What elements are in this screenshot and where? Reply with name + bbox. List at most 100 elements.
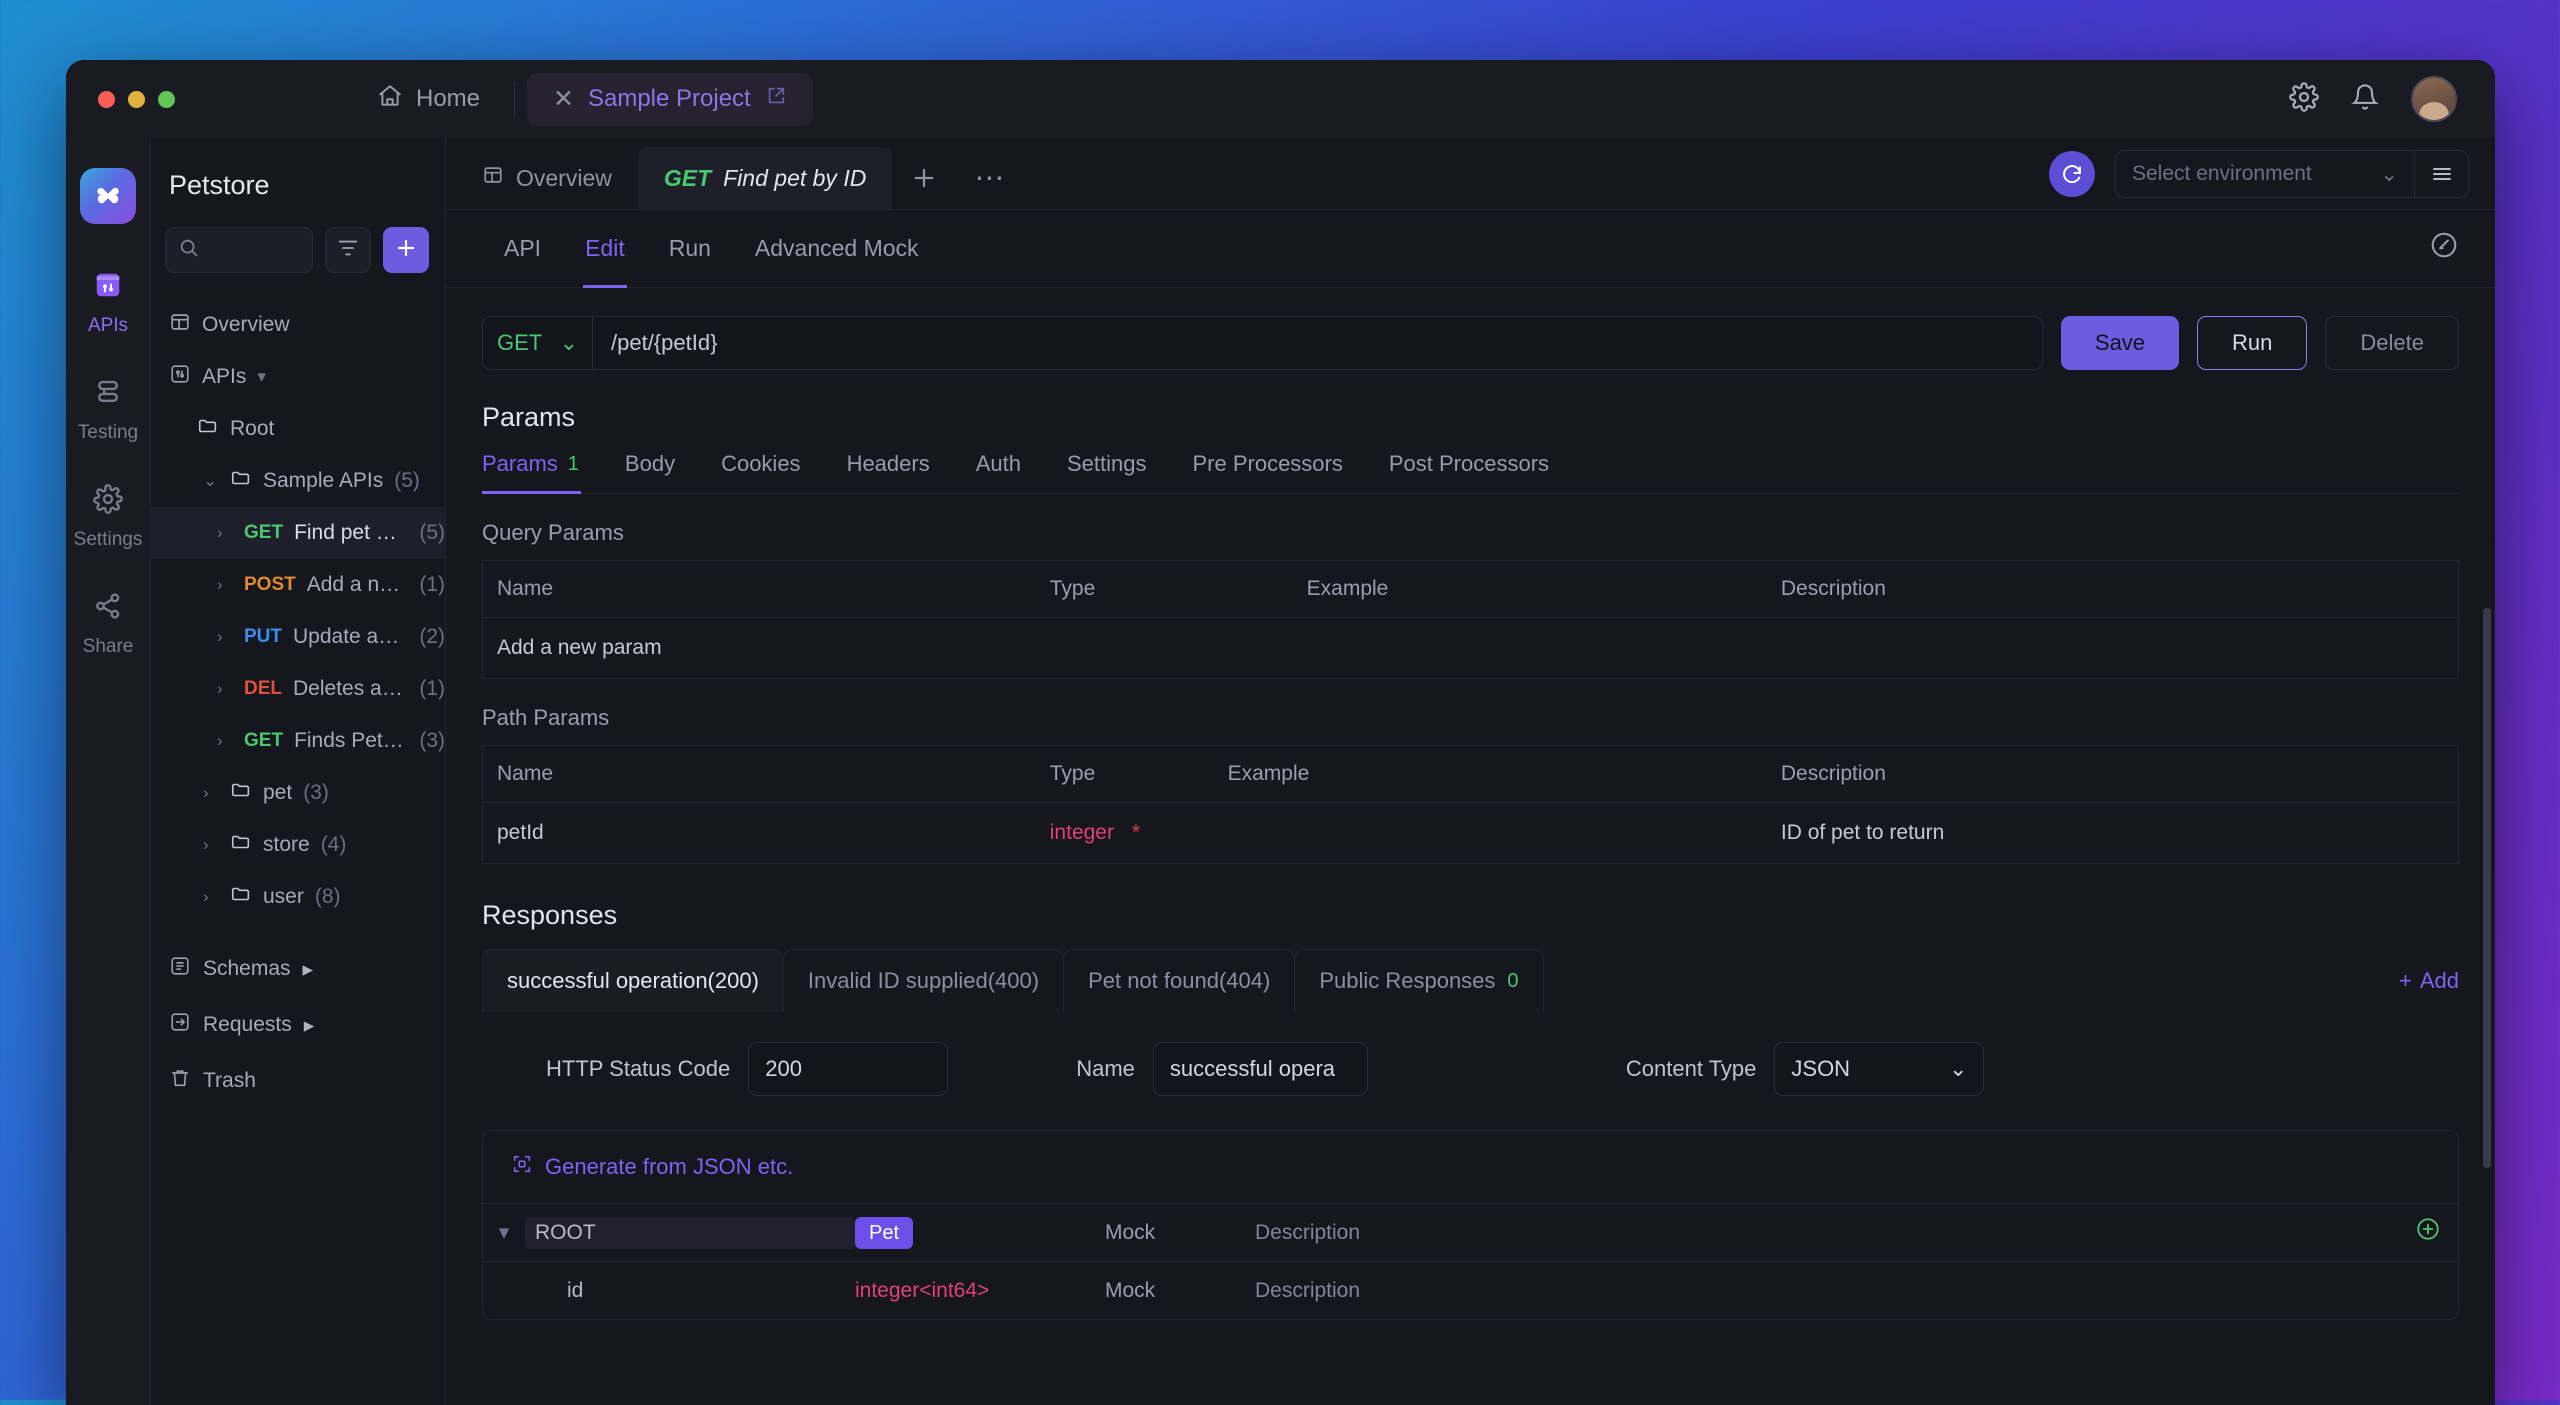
chevron-right-icon[interactable]: › bbox=[217, 731, 233, 751]
schema-field-description[interactable]: Description bbox=[1255, 1221, 2398, 1245]
tab-run[interactable]: Run bbox=[647, 210, 733, 288]
tree-item-finds-pets-by-status[interactable]: › GET Finds Pets by status (3) bbox=[151, 715, 445, 767]
add-response-button[interactable]: + Add bbox=[2399, 968, 2459, 994]
sidebar-item-apis[interactable]: APIs bbox=[66, 270, 150, 337]
tree-folder-user[interactable]: › user (8) bbox=[151, 871, 445, 923]
response-name-input[interactable]: successful opera bbox=[1152, 1042, 1368, 1096]
tab-response-200[interactable]: successful operation(200) bbox=[482, 949, 784, 1012]
bell-icon[interactable] bbox=[2351, 83, 2379, 116]
tab-auth[interactable]: Auth bbox=[976, 451, 1045, 493]
add-new-param-placeholder[interactable]: Add a new param bbox=[483, 618, 1036, 679]
schema-row-root[interactable]: ▾ ROOT Pet Mock Description bbox=[483, 1203, 2458, 1261]
tree-item-apis[interactable]: APIs ▾ bbox=[151, 351, 445, 403]
tab-body[interactable]: Body bbox=[625, 451, 699, 493]
sidebar-item-testing[interactable]: Testing bbox=[66, 377, 150, 444]
tab-response-400[interactable]: Invalid ID supplied(400) bbox=[782, 949, 1065, 1012]
apidog-logo[interactable] bbox=[80, 168, 136, 224]
tree-item-update-an-existing-pet[interactable]: › PUT Update an existing p... (2) bbox=[151, 611, 445, 663]
tab-post-processors[interactable]: Post Processors bbox=[1389, 451, 1573, 493]
chevron-down-icon[interactable]: ▾ bbox=[257, 367, 273, 387]
window-controls[interactable] bbox=[66, 90, 175, 108]
schema-field-mock[interactable]: Mock bbox=[1105, 1279, 1255, 1303]
chevron-down-icon[interactable]: ⌄ bbox=[203, 471, 219, 491]
chevron-right-icon[interactable]: › bbox=[217, 679, 233, 699]
chevron-right-icon[interactable]: › bbox=[203, 887, 219, 907]
tab-cookies[interactable]: Cookies bbox=[721, 451, 824, 493]
tab-edit[interactable]: Edit bbox=[563, 210, 647, 288]
response-fields-row: HTTP Status Code 200 Name successful ope… bbox=[482, 1042, 2459, 1096]
more-tabs-button[interactable]: ⋯ bbox=[956, 147, 1022, 209]
minimize-window-button[interactable] bbox=[128, 90, 145, 108]
chevron-right-icon[interactable]: › bbox=[217, 627, 233, 647]
chevron-right-icon[interactable]: › bbox=[203, 783, 219, 803]
tab-find-pet-by-id[interactable]: GET Find pet by ID bbox=[637, 147, 893, 209]
tree-item-deletes-a-pet[interactable]: › DEL Deletes a pet (1) bbox=[151, 663, 445, 715]
url-input[interactable]: /pet/{petId} bbox=[592, 316, 2043, 370]
schema-field-description[interactable]: Description bbox=[1255, 1279, 2398, 1303]
table-row[interactable]: Add a new param bbox=[483, 618, 2459, 679]
tree-section-schemas[interactable]: Schemas ▸ bbox=[151, 941, 445, 997]
tree-section-requests[interactable]: Requests ▸ bbox=[151, 997, 445, 1053]
avatar[interactable] bbox=[2411, 76, 2457, 122]
new-tab-button[interactable] bbox=[892, 147, 956, 209]
chevron-right-icon[interactable]: ▸ bbox=[304, 1013, 315, 1038]
close-icon[interactable]: ✕ bbox=[553, 86, 574, 112]
run-button[interactable]: Run bbox=[2197, 316, 2308, 370]
close-window-button[interactable] bbox=[98, 90, 115, 108]
tree-item-count: (1) bbox=[419, 573, 445, 596]
status-code-input[interactable]: 200 bbox=[748, 1042, 949, 1096]
tab-overview[interactable]: Overview bbox=[456, 147, 638, 209]
url-row: GET ⌄ /pet/{petId} Save Run Delete bbox=[482, 288, 2459, 370]
delete-button[interactable]: Delete bbox=[2325, 316, 2459, 370]
search-input[interactable] bbox=[165, 227, 313, 273]
tree-item-find-pet-by-id[interactable]: › GET Find pet by ID (5) bbox=[151, 507, 445, 559]
tree-item-add-a-new-pet[interactable]: › POST Add a new pet to th... (1) bbox=[151, 559, 445, 611]
param-example[interactable] bbox=[1214, 803, 1767, 864]
maximize-window-button[interactable] bbox=[158, 90, 175, 108]
tree-section-trash[interactable]: Trash bbox=[151, 1053, 445, 1109]
chevron-right-icon[interactable]: › bbox=[217, 575, 233, 595]
tab-headers[interactable]: Headers bbox=[847, 451, 954, 493]
column-example: Example bbox=[1292, 560, 1767, 618]
tab-params[interactable]: Params 1 bbox=[482, 451, 603, 494]
plus-circle-icon[interactable] bbox=[2398, 1216, 2458, 1249]
home-tab[interactable]: Home bbox=[355, 73, 502, 126]
chevron-right-icon[interactable]: ▸ bbox=[303, 957, 314, 982]
vertical-scrollbar[interactable] bbox=[2483, 608, 2491, 1168]
environment-menu-button[interactable] bbox=[2415, 150, 2469, 198]
schema-field-mock[interactable]: Mock bbox=[1105, 1221, 1255, 1245]
tree-item-overview[interactable]: Overview bbox=[151, 299, 445, 351]
project-tab[interactable]: ✕ Sample Project bbox=[527, 72, 813, 126]
tab-public-responses[interactable]: Public Responses 0 bbox=[1294, 949, 1544, 1012]
tree-folder-root[interactable]: Root bbox=[151, 403, 445, 455]
sidebar-item-share[interactable]: Share bbox=[66, 591, 150, 658]
gear-icon[interactable] bbox=[2289, 81, 2319, 117]
tab-api[interactable]: API bbox=[482, 210, 563, 288]
tab-pre-processors[interactable]: Pre Processors bbox=[1192, 451, 1366, 493]
params-heading: Params bbox=[482, 402, 576, 432]
tree-folder-sample-apis[interactable]: ⌄ Sample APIs (5) bbox=[151, 455, 445, 507]
tree-folder-pet[interactable]: › pet (3) bbox=[151, 767, 445, 819]
environment-select[interactable]: Select environment ⌄ bbox=[2115, 150, 2415, 198]
tree-folder-store[interactable]: › store (4) bbox=[151, 819, 445, 871]
generate-from-json-button[interactable]: Generate from JSON etc. bbox=[483, 1131, 2458, 1203]
tab-response-404[interactable]: Pet not found(404) bbox=[1063, 949, 1296, 1012]
chevron-down-icon[interactable]: ▾ bbox=[483, 1220, 525, 1245]
tab-advanced-mock[interactable]: Advanced Mock bbox=[733, 210, 941, 288]
method-select[interactable]: GET ⌄ bbox=[482, 316, 592, 370]
folder-icon bbox=[230, 883, 252, 911]
external-link-icon[interactable] bbox=[765, 85, 787, 114]
chevron-right-icon[interactable]: › bbox=[203, 835, 219, 855]
public-responses-count: 0 bbox=[1507, 969, 1519, 992]
content-type-select[interactable]: JSON ⌄ bbox=[1774, 1042, 1985, 1096]
schema-row-id[interactable]: id integer<int64> Mock Description bbox=[483, 1261, 2458, 1319]
chevron-right-icon[interactable]: › bbox=[217, 523, 233, 543]
sidebar-item-settings[interactable]: Settings bbox=[66, 484, 150, 551]
refresh-button[interactable] bbox=[2049, 151, 2095, 197]
save-button[interactable]: Save bbox=[2060, 316, 2180, 370]
tab-settings[interactable]: Settings bbox=[1067, 451, 1171, 493]
add-button[interactable] bbox=[383, 227, 429, 273]
filter-button[interactable] bbox=[325, 227, 371, 273]
edit-pencil-icon[interactable] bbox=[2429, 230, 2459, 267]
table-row[interactable]: petId integer * ID of pet to return bbox=[483, 803, 2459, 864]
